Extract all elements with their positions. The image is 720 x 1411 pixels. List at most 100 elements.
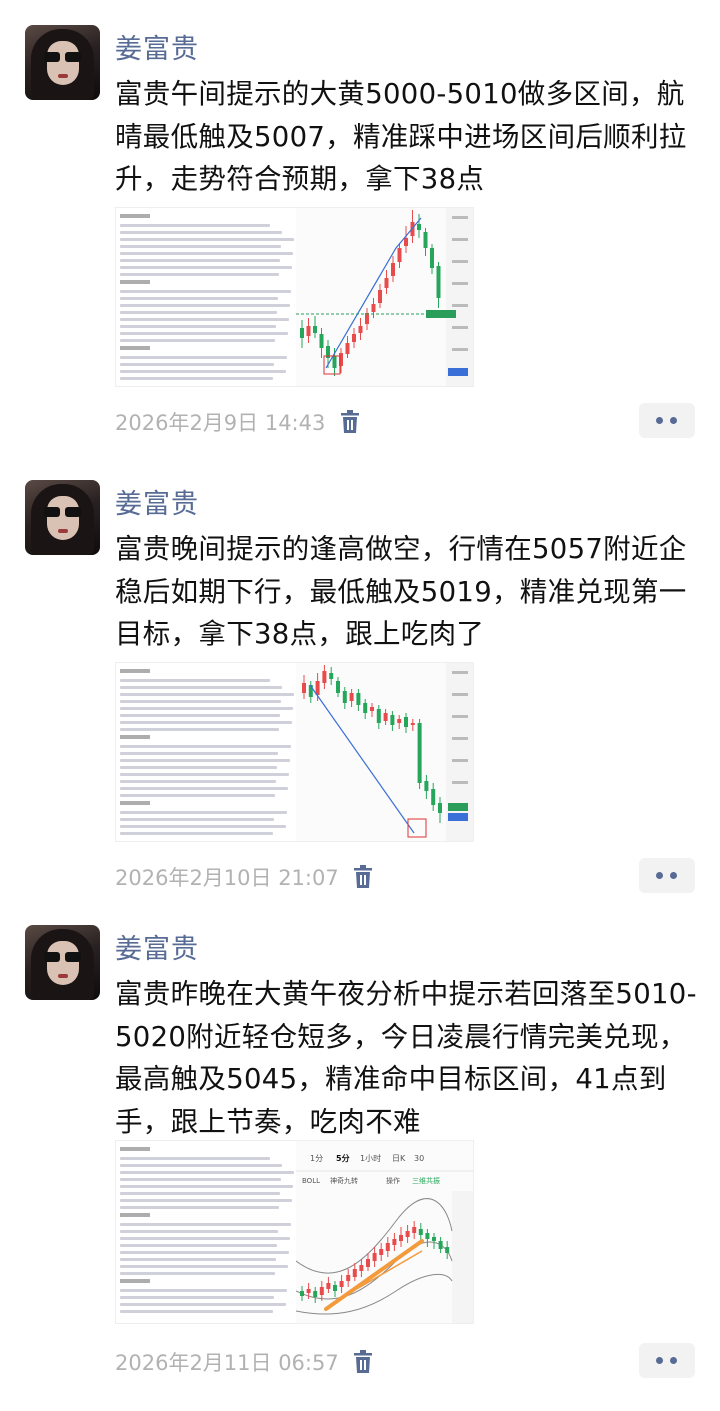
doc-line	[120, 1199, 292, 1202]
doc-line	[120, 1185, 293, 1188]
candle	[378, 290, 382, 303]
candle	[410, 723, 415, 725]
doc-line	[120, 245, 281, 248]
doc-line	[120, 728, 279, 731]
candle	[326, 1283, 331, 1289]
author-name[interactable]: 姜富贵	[115, 927, 199, 966]
candle	[404, 717, 408, 727]
post-image[interactable]: 1分 5分 1小时 日K 30 BOLL 神奇九转 操作 三维共振	[115, 1140, 474, 1324]
doc-line	[120, 224, 270, 227]
doc-line	[120, 745, 291, 748]
price-label	[452, 304, 468, 307]
more-dots-icon[interactable]	[639, 403, 695, 438]
author-name[interactable]: 姜富贵	[115, 482, 199, 521]
price-tag	[448, 813, 468, 821]
doc-line	[120, 1265, 288, 1268]
doc-line	[120, 752, 278, 755]
candle	[417, 723, 422, 783]
trash-icon[interactable]	[340, 409, 360, 439]
doc-line	[120, 721, 292, 724]
candlestick-chart-image: 1分 5分 1小时 日K 30 BOLL 神奇九转 操作 三维共振	[295, 1141, 473, 1323]
doc-line	[120, 787, 288, 790]
doc-line	[120, 686, 282, 689]
candle	[384, 278, 389, 288]
doc-line	[120, 377, 273, 380]
candlestick-chart-image	[296, 208, 473, 386]
chart-tab: 1小时	[360, 1153, 381, 1163]
candle	[352, 334, 356, 342]
candle	[425, 1233, 430, 1239]
chart-indicator: BOLL	[302, 1177, 320, 1185]
analysis-text-image	[116, 208, 296, 386]
post-text: 富贵午间提示的大黄5000-5010做多区间，航晴最低触及5007，精准踩中进场…	[115, 78, 687, 195]
trash-icon[interactable]	[353, 864, 373, 894]
doc-line	[120, 1310, 273, 1313]
chart-tab: 5分	[336, 1153, 350, 1163]
doc-line	[120, 325, 276, 328]
candle	[417, 224, 421, 230]
doc-line	[120, 238, 294, 241]
doc-heading	[120, 1279, 150, 1283]
doc-line	[120, 290, 291, 293]
doc-heading	[120, 1147, 150, 1151]
doc-line	[120, 1223, 291, 1226]
timestamp: 2026年2月11日 06:57	[115, 1351, 339, 1375]
price-tag	[448, 368, 468, 376]
candle	[391, 263, 395, 276]
doc-line	[120, 311, 277, 314]
author-name[interactable]: 姜富贵	[115, 27, 199, 66]
boll-mid	[295, 1241, 453, 1300]
doc-line	[120, 811, 287, 814]
candle	[371, 304, 376, 312]
candle	[392, 1239, 397, 1245]
post-image[interactable]	[115, 662, 474, 842]
more-dots-icon[interactable]	[639, 1343, 695, 1378]
candle	[376, 709, 381, 723]
candle	[436, 266, 441, 298]
doc-line	[120, 1258, 276, 1261]
price-label	[452, 216, 468, 219]
doc-heading	[120, 1213, 150, 1217]
candle	[404, 238, 408, 246]
doc-heading	[120, 214, 150, 218]
candle	[319, 1287, 324, 1295]
candle	[399, 1235, 403, 1241]
candle	[412, 1227, 417, 1233]
trend-line	[309, 684, 415, 834]
doc-line	[120, 693, 294, 696]
doc-line	[120, 679, 270, 682]
doc-line	[120, 356, 287, 359]
avatar[interactable]	[25, 480, 100, 555]
post-image[interactable]	[115, 207, 474, 387]
candle	[431, 789, 436, 805]
price-axis	[446, 208, 473, 386]
doc-line	[120, 759, 290, 762]
avatar[interactable]	[25, 25, 100, 100]
price-label	[452, 759, 468, 762]
price-label	[452, 282, 468, 285]
avatar[interactable]	[25, 925, 100, 1000]
candle	[365, 313, 369, 324]
doc-line	[120, 1296, 274, 1299]
price-label	[452, 671, 468, 674]
doc-line	[120, 818, 274, 821]
candle	[333, 1285, 337, 1291]
doc-line	[120, 1303, 286, 1306]
more-dots-icon[interactable]	[639, 858, 695, 893]
candle	[356, 693, 361, 705]
doc-line	[120, 825, 286, 828]
doc-line	[120, 332, 288, 335]
trash-icon[interactable]	[353, 1349, 373, 1379]
doc-heading	[120, 735, 150, 739]
doc-line	[120, 1230, 278, 1233]
doc-line	[120, 1192, 280, 1195]
post-meta: 2026年2月9日 14:43	[115, 407, 360, 439]
candle	[370, 707, 374, 711]
candle	[332, 356, 337, 368]
post-meta: 2026年2月10日 21:07	[115, 862, 373, 894]
candle	[424, 781, 429, 791]
candle	[372, 1253, 377, 1261]
chart-tab: 日K	[392, 1154, 406, 1163]
doc-line	[120, 794, 275, 797]
timestamp: 2026年2月10日 21:07	[115, 866, 339, 890]
